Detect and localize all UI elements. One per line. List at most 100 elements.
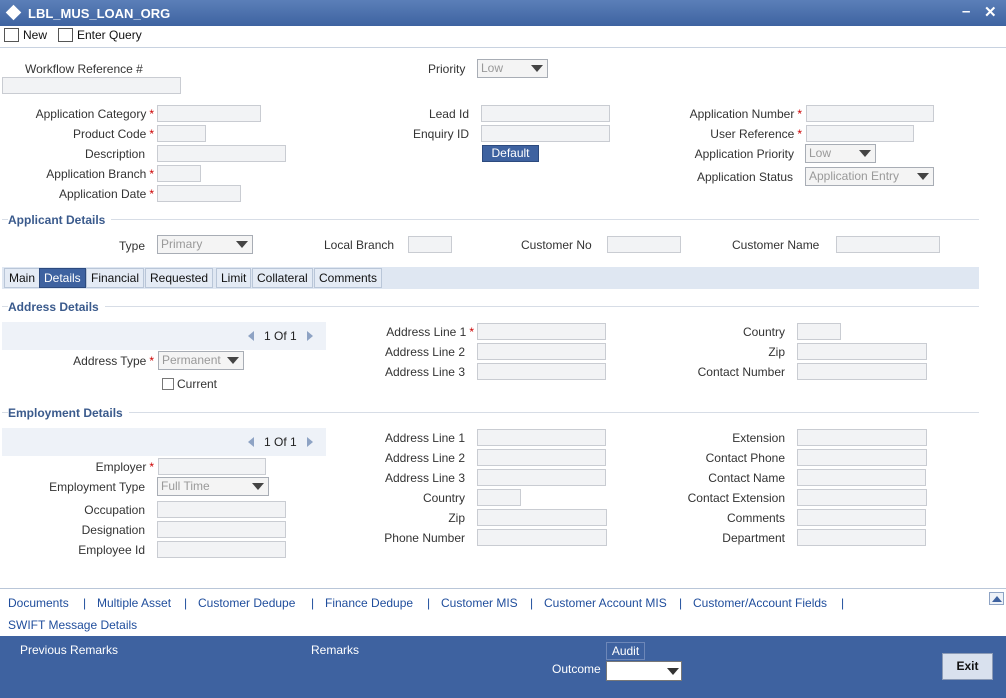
collapse-links-button[interactable] [989, 592, 1004, 605]
tab-requested[interactable]: Requested [145, 268, 214, 288]
addr-zip-input[interactable] [797, 343, 927, 360]
app-status-select[interactable]: Application Entry [805, 167, 934, 186]
user-ref-label: User Reference * [640, 127, 802, 141]
enter-query-button[interactable]: Enter Query [58, 28, 142, 42]
required-mark: * [149, 167, 154, 181]
address-type-value: Permanent [162, 353, 221, 367]
current-checkbox[interactable] [162, 378, 174, 390]
exit-button[interactable]: Exit [942, 653, 993, 680]
lead-id-input[interactable] [481, 105, 610, 122]
workflow-ref-input[interactable] [2, 77, 181, 94]
chevron-down-icon [236, 241, 248, 248]
audit-button[interactable]: Audit [606, 642, 645, 660]
addr-country-input[interactable] [797, 323, 841, 340]
link-customer-account-mis[interactable]: Customer Account MIS [544, 596, 667, 610]
employment-type-select[interactable]: Full Time [157, 477, 269, 496]
window-titlebar: LBL_MUS_LOAN_ORG – ✕ [0, 0, 1006, 26]
app-branch-input[interactable] [157, 165, 201, 182]
link-customer-account-fields[interactable]: Customer/Account Fields [693, 596, 827, 610]
customer-no-input[interactable] [607, 236, 681, 253]
emp-comments-label: Comments [726, 511, 785, 525]
priority-value: Low [481, 61, 504, 75]
link-documents[interactable]: Documents [8, 596, 69, 610]
minimize-button[interactable]: – [962, 3, 970, 20]
address-type-select[interactable]: Permanent [158, 351, 244, 370]
next-record-icon[interactable] [307, 331, 313, 341]
emp-phone-input[interactable] [477, 529, 607, 546]
user-ref-input[interactable] [806, 125, 914, 142]
emp-department-input[interactable] [797, 529, 926, 546]
app-category-input[interactable] [157, 105, 261, 122]
emp-extension-input[interactable] [797, 429, 927, 446]
employment-pager-text: 1 Of 1 [264, 435, 297, 449]
close-button[interactable]: ✕ [984, 3, 997, 21]
emp-contact-extension-input[interactable] [797, 489, 927, 506]
link-multiple-asset[interactable]: Multiple Asset [97, 596, 171, 610]
employment-section-title: Employment Details [8, 406, 129, 420]
priority-select[interactable]: Low [477, 59, 548, 78]
addr-line2-label: Address Line 2 [384, 345, 465, 359]
app-branch-label: Application Branch * [0, 167, 154, 181]
tab-financial[interactable]: Financial [86, 268, 145, 288]
tab-comments[interactable]: Comments [314, 268, 383, 288]
chevron-down-icon [227, 357, 239, 364]
default-button[interactable]: Default [482, 145, 539, 162]
link-finance-dedupe[interactable]: Finance Dedupe [325, 596, 413, 610]
previous-record-icon[interactable] [248, 331, 254, 341]
app-number-input[interactable] [806, 105, 934, 122]
link-swift-message-details[interactable]: SWIFT Message Details [8, 618, 137, 632]
employer-input[interactable] [158, 458, 266, 475]
link-customer-dedupe[interactable]: Customer Dedupe [198, 596, 295, 610]
emp-contact-phone-input[interactable] [797, 449, 927, 466]
emp-zip-label: Zip [448, 511, 465, 525]
emp-contact-name-input[interactable] [797, 469, 926, 486]
product-code-input[interactable] [157, 125, 206, 142]
employee-id-input[interactable] [157, 541, 286, 558]
description-label: Description [84, 147, 145, 161]
app-number-text: Application Number [689, 107, 795, 121]
emp-zip-input[interactable] [477, 509, 607, 526]
required-mark: * [149, 187, 154, 201]
description-input[interactable] [157, 145, 286, 162]
addr-line3-input[interactable] [477, 363, 606, 380]
emp-line2-input[interactable] [477, 449, 606, 466]
previous-remarks-label[interactable]: Previous Remarks [20, 643, 118, 657]
new-document-icon [4, 28, 19, 42]
new-button[interactable]: New [4, 28, 47, 42]
emp-country-input[interactable] [477, 489, 521, 506]
remarks-label[interactable]: Remarks [311, 643, 359, 657]
enquiry-id-input[interactable] [481, 125, 610, 142]
current-label: Current [177, 377, 218, 391]
emp-line1-label: Address Line 1 [384, 431, 465, 445]
link-separator: | [841, 596, 845, 610]
next-record-icon[interactable] [307, 437, 313, 447]
applicant-type-select[interactable]: Primary [157, 235, 253, 254]
applicant-type-label: Type [119, 239, 146, 253]
link-customer-mis[interactable]: Customer MIS [441, 596, 518, 610]
emp-line3-input[interactable] [477, 469, 606, 486]
previous-record-icon[interactable] [248, 437, 254, 447]
designation-input[interactable] [157, 521, 286, 538]
tab-collateral[interactable]: Collateral [252, 268, 313, 288]
outcome-select[interactable] [606, 661, 682, 681]
addr-line1-input[interactable] [477, 323, 606, 340]
local-branch-input[interactable] [408, 236, 452, 253]
customer-name-input[interactable] [836, 236, 940, 253]
link-separator: | [311, 596, 315, 610]
app-priority-select[interactable]: Low [805, 144, 876, 163]
product-code-text: Product Code [72, 127, 147, 141]
address-pager: 1 Of 1 [2, 322, 326, 350]
occupation-input[interactable] [157, 501, 286, 518]
tab-limit[interactable]: Limit [216, 268, 252, 288]
tab-details[interactable]: Details [39, 268, 86, 288]
required-mark: * [469, 325, 474, 339]
subsystem-links: Documents | Multiple Asset | Customer De… [0, 588, 1006, 636]
addr-line2-input[interactable] [477, 343, 606, 360]
app-branch-text: Application Branch [46, 167, 147, 181]
emp-comments-input[interactable] [797, 509, 926, 526]
app-date-input[interactable] [157, 185, 241, 202]
addr-contact-number-input[interactable] [797, 363, 927, 380]
tab-main[interactable]: Main [4, 268, 41, 288]
app-priority-value: Low [809, 146, 832, 160]
emp-line1-input[interactable] [477, 429, 606, 446]
